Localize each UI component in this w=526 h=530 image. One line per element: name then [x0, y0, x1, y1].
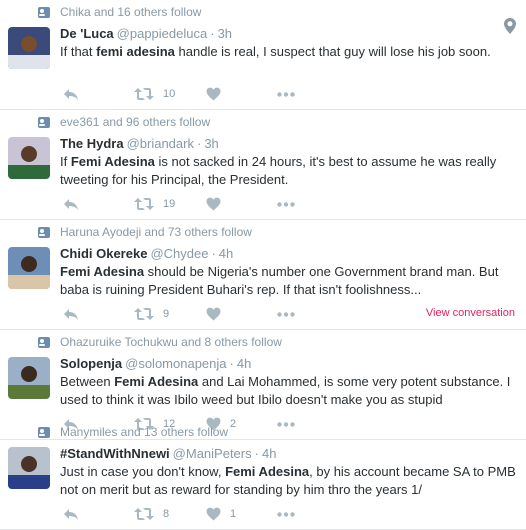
tweet-text: If Femi Adesina is not sacked in 24 hour…: [60, 154, 497, 187]
retweet-button[interactable]: 8: [134, 506, 169, 522]
heart-icon: [206, 197, 221, 211]
retweet-icon: [134, 197, 154, 211]
follow-context[interactable]: Haruna Ayodeji and 73 others follow: [38, 225, 252, 239]
retweet-count: 8: [163, 508, 170, 520]
tweet[interactable]: Manymiles and 13 others follow #StandWith…: [0, 420, 526, 530]
display-name[interactable]: Chidi Okereke: [60, 246, 147, 261]
follow-context-text[interactable]: Chika and 16 others follow: [60, 5, 201, 19]
retweet-count: 9: [163, 308, 170, 320]
follow-context-icon: [38, 226, 50, 238]
follow-context-icon: [38, 116, 50, 128]
reply-icon: [63, 507, 79, 521]
retweet-button[interactable]: 10: [134, 86, 175, 102]
follow-context[interactable]: Chika and 16 others follow: [38, 5, 201, 19]
retweet-button[interactable]: 9: [134, 306, 169, 322]
user-handle[interactable]: @briandark: [127, 136, 194, 151]
location-pin-icon[interactable]: [504, 18, 516, 39]
tweet-header: Chidi Okereke @Chydee · 4h: [60, 246, 233, 261]
tweet-header: Solopenja @solomonapenja · 4h: [60, 356, 251, 371]
reply-icon: [63, 197, 79, 211]
follow-context-text[interactable]: Ohazuruike Tochukwu and 8 others follow: [60, 335, 282, 349]
heart-icon: [206, 507, 221, 521]
display-name[interactable]: De 'Luca: [60, 26, 114, 41]
reply-button[interactable]: [63, 86, 79, 102]
reply-icon: [63, 87, 79, 101]
reply-button[interactable]: [63, 506, 79, 522]
tweet-header: De 'Luca @pappiedeluca · 3h: [60, 26, 232, 41]
timestamp[interactable]: 4h: [262, 446, 276, 461]
follow-context-icon: [38, 426, 50, 438]
more-button[interactable]: [277, 506, 295, 522]
avatar[interactable]: [8, 247, 50, 289]
timestamp[interactable]: 3h: [218, 26, 232, 41]
retweet-count: 10: [163, 88, 176, 100]
tweet[interactable]: Haruna Ayodeji and 73 others follow Chidi…: [0, 220, 526, 330]
avatar[interactable]: [8, 137, 50, 179]
more-icon: [277, 201, 295, 207]
tweet-actions: 19: [60, 196, 520, 212]
tweet-feed: Chika and 16 others follow De 'Luca @pappi…: [0, 0, 526, 530]
more-icon: [277, 511, 295, 517]
tweet[interactable]: Chika and 16 others follow De 'Luca @pappi…: [0, 0, 526, 110]
user-handle[interactable]: @pappiedeluca: [117, 26, 208, 41]
retweet-button[interactable]: 19: [134, 196, 175, 212]
tweet-actions: 81: [60, 506, 520, 522]
like-button[interactable]: [206, 86, 230, 102]
more-button[interactable]: [277, 86, 295, 102]
user-handle[interactable]: @solomonapenja: [125, 356, 226, 371]
tweet[interactable]: eve361 and 96 others follow The Hydra @bri…: [0, 110, 526, 220]
view-conversation-link[interactable]: View conversation: [426, 307, 515, 319]
follow-context-text[interactable]: Haruna Ayodeji and 73 others follow: [60, 225, 252, 239]
reply-icon: [63, 307, 79, 321]
reply-button[interactable]: [63, 196, 79, 212]
heart-icon: [206, 87, 221, 101]
separator-dot: ·: [196, 136, 202, 151]
like-count: 1: [230, 508, 237, 520]
timestamp[interactable]: 4h: [219, 246, 233, 261]
timestamp[interactable]: 4h: [237, 356, 251, 371]
follow-context-icon: [38, 336, 50, 348]
display-name[interactable]: The Hydra: [60, 136, 124, 151]
retweet-count: 19: [163, 198, 176, 210]
more-button[interactable]: [277, 306, 295, 322]
tweet-header: The Hydra @briandark · 3h: [60, 136, 219, 151]
avatar[interactable]: [8, 357, 50, 399]
like-button[interactable]: [206, 196, 230, 212]
like-button[interactable]: [206, 306, 230, 322]
follow-context[interactable]: Ohazuruike Tochukwu and 8 others follow: [38, 335, 282, 349]
more-icon: [277, 91, 295, 97]
user-handle[interactable]: @ManiPeters: [173, 446, 252, 461]
display-name[interactable]: #StandWithNnewi: [60, 446, 170, 461]
tweet-text: Femi Adesina should be Nigeria's number …: [60, 264, 499, 297]
separator-dot: ·: [229, 356, 234, 371]
retweet-icon: [134, 507, 154, 521]
more-icon: [277, 311, 295, 317]
tweet-text: Between Femi Adesina and Lai Mohammed, i…: [60, 374, 511, 407]
user-handle[interactable]: @Chydee: [150, 246, 208, 261]
follow-context[interactable]: eve361 and 96 others follow: [38, 115, 210, 129]
retweet-icon: [134, 87, 154, 101]
avatar[interactable]: [8, 27, 50, 69]
avatar[interactable]: [8, 447, 50, 489]
heart-icon: [206, 307, 221, 321]
separator-dot: ·: [210, 26, 215, 41]
follow-context-icon: [38, 6, 50, 18]
follow-context[interactable]: Manymiles and 13 others follow: [38, 425, 228, 439]
timestamp[interactable]: 3h: [204, 136, 218, 151]
follow-context-text[interactable]: Manymiles and 13 others follow: [60, 425, 228, 439]
separator-dot: ·: [211, 246, 216, 261]
retweet-icon: [134, 307, 154, 321]
more-button[interactable]: [277, 196, 295, 212]
separator-dot: ·: [254, 446, 259, 461]
tweet-header: #StandWithNnewi @ManiPeters · 4h: [60, 446, 276, 461]
tweet-actions: 10: [60, 86, 520, 102]
tweet-text: Just in case you don't know, Femi Adesin…: [60, 464, 516, 497]
follow-context-text[interactable]: eve361 and 96 others follow: [60, 115, 210, 129]
reply-button[interactable]: [63, 306, 79, 322]
display-name[interactable]: Solopenja: [60, 356, 122, 371]
like-button[interactable]: 1: [206, 506, 236, 522]
tweet-text: If that femi adesina handle is real, I s…: [60, 44, 491, 59]
